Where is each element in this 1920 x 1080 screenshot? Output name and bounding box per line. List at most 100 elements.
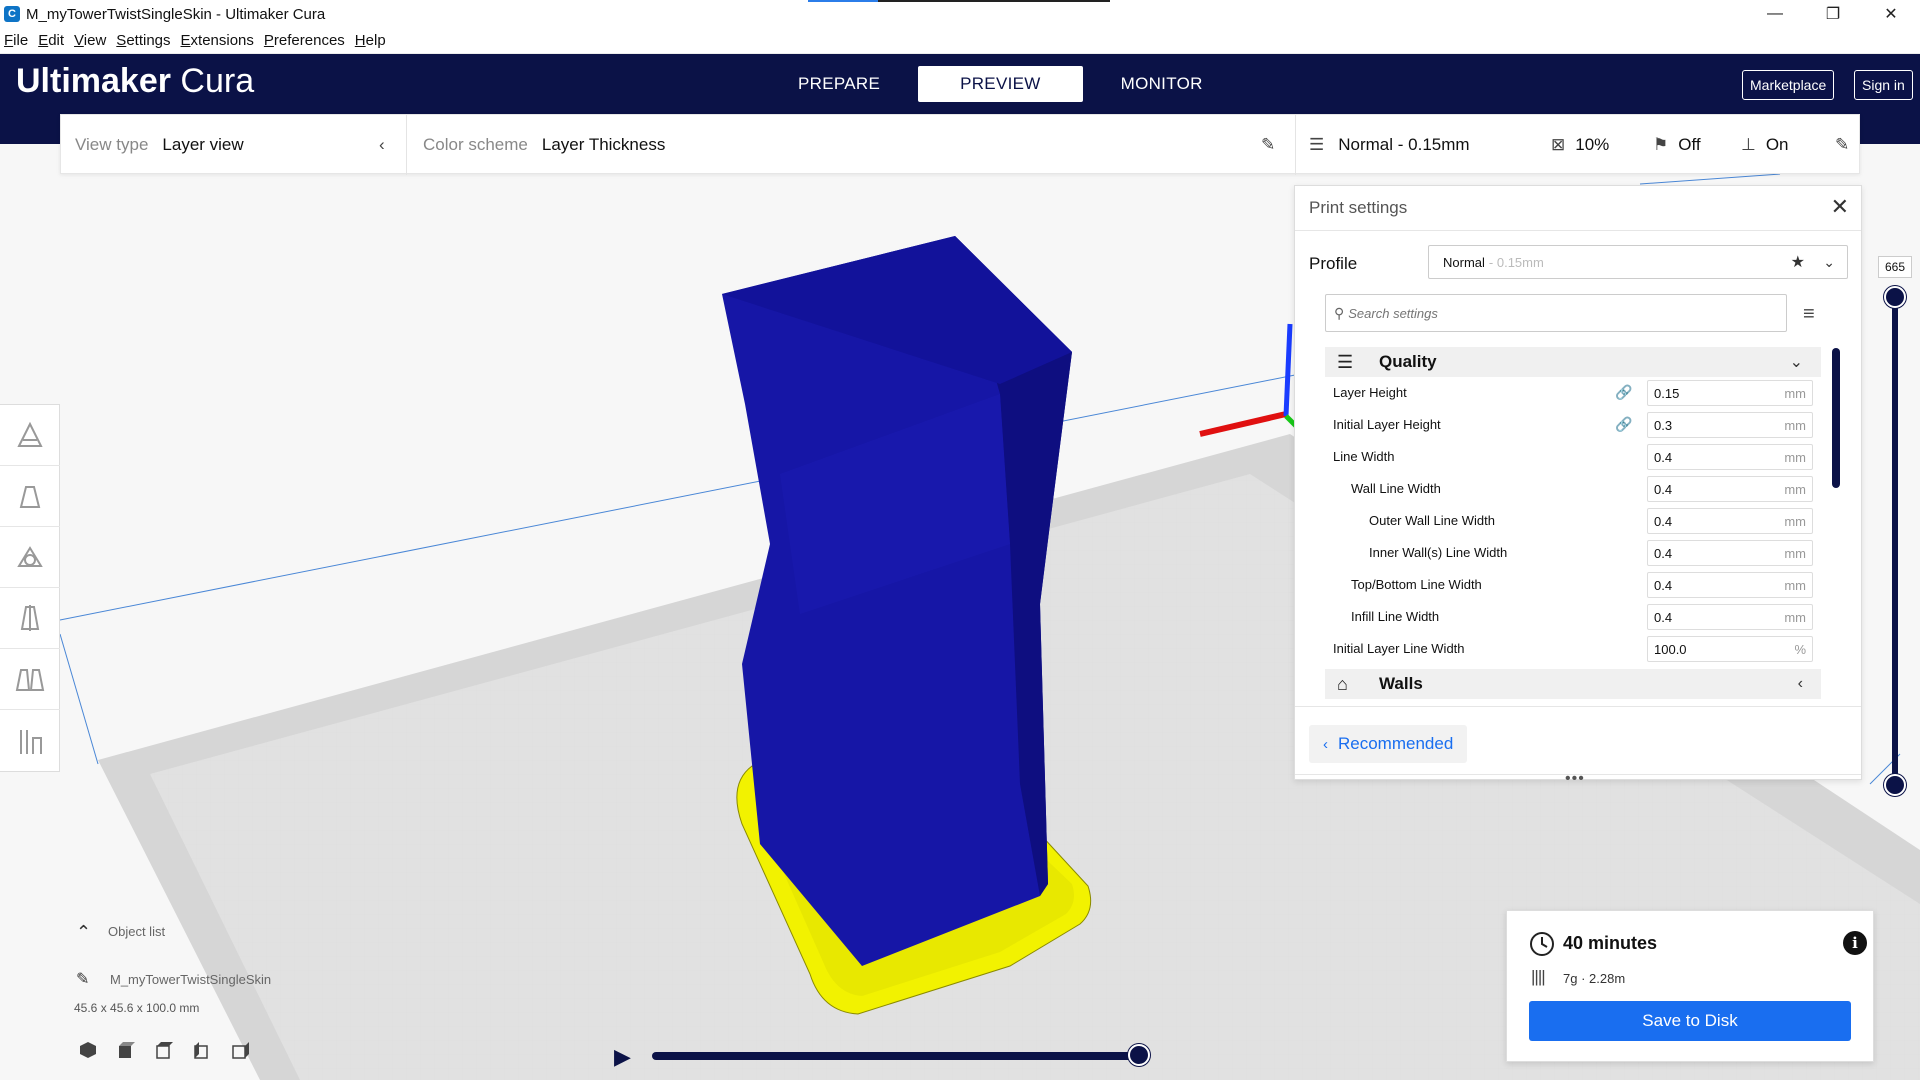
support-value[interactable]: Off xyxy=(1678,135,1700,155)
infill-value[interactable]: 10% xyxy=(1575,135,1609,155)
pencil-icon[interactable]: ✎ xyxy=(1261,135,1275,155)
setting-value: 0.15 xyxy=(1654,385,1680,401)
right-view-icon[interactable] xyxy=(228,1038,252,1062)
chevron-left-icon[interactable]: ‹ xyxy=(379,135,385,155)
search-settings-field[interactable]: ⚲ xyxy=(1325,294,1787,332)
color-scheme-label: Color scheme xyxy=(423,135,528,154)
setting-unit: mm xyxy=(1784,417,1806,433)
simulation-slider-handle[interactable] xyxy=(1128,1044,1150,1066)
profile-label: Profile xyxy=(1309,254,1358,273)
setting-label: Line Width xyxy=(1333,449,1395,464)
setting-unit: mm xyxy=(1784,513,1806,529)
view-type-value[interactable]: Layer view xyxy=(162,135,243,155)
3d-view-icon[interactable] xyxy=(76,1038,100,1062)
setting-row: Layer Height 🔗 0.15 mm xyxy=(1325,377,1821,409)
save-to-disk-button[interactable]: Save to Disk xyxy=(1529,1001,1851,1041)
link-icon[interactable]: 🔗 xyxy=(1615,384,1632,401)
tab-monitor[interactable]: MONITOR xyxy=(1083,66,1241,102)
settings-scrollbar[interactable] xyxy=(1832,348,1840,488)
setting-value: 0.4 xyxy=(1654,513,1673,529)
restore-button[interactable]: ❐ xyxy=(1804,0,1862,28)
menu-view[interactable]: View xyxy=(74,32,106,49)
quality-icon: ☰ xyxy=(1337,351,1354,372)
setting-value: 0.4 xyxy=(1654,609,1673,625)
setting-value-field[interactable]: 0.3 mm xyxy=(1647,412,1813,438)
setting-value-field[interactable]: 0.4 mm xyxy=(1647,444,1813,470)
sign-in-button[interactable]: Sign in xyxy=(1854,70,1913,100)
ultimaker-cura-logo: Ultimaker Cura xyxy=(16,62,255,100)
rotate-tool-button[interactable] xyxy=(0,527,60,588)
play-icon[interactable]: ▶ xyxy=(614,1044,631,1070)
material-estimate: 7g · 2.28m xyxy=(1563,971,1626,986)
menu-preferences[interactable]: Preferences xyxy=(264,32,345,49)
print-settings-panel: Print settings ✕ Profile Normal - 0.15mm… xyxy=(1294,185,1862,787)
search-input[interactable] xyxy=(1348,305,1749,321)
setting-label: Inner Wall(s) Line Width xyxy=(1369,545,1508,560)
chevron-left-icon: ‹ xyxy=(1797,675,1803,692)
layer-slider-bottom-handle[interactable] xyxy=(1884,774,1906,796)
setting-value-field[interactable]: 0.4 mm xyxy=(1647,572,1813,598)
top-view-icon[interactable] xyxy=(152,1038,176,1062)
mirror-tool-button[interactable] xyxy=(0,588,60,649)
recommended-button[interactable]: ‹ Recommended xyxy=(1309,725,1468,763)
front-view-icon[interactable] xyxy=(114,1038,138,1062)
menu-edit[interactable]: Edit xyxy=(38,32,64,49)
adhesion-value[interactable]: On xyxy=(1766,135,1789,155)
info-icon[interactable]: i xyxy=(1843,931,1867,955)
scale-tool-button[interactable] xyxy=(0,466,60,527)
category-quality[interactable]: ☰ Quality ⌄ xyxy=(1325,347,1821,377)
walls-icon: ⌂ xyxy=(1337,673,1348,694)
menu-file[interactable]: File xyxy=(4,32,28,49)
chevron-left-icon: ‹ xyxy=(1323,735,1328,753)
scale-icon xyxy=(19,486,41,508)
resize-handle[interactable]: ••• xyxy=(1565,770,1585,788)
menu-extensions[interactable]: Extensions xyxy=(181,32,254,49)
link-icon[interactable]: 🔗 xyxy=(1615,416,1632,433)
marketplace-button[interactable]: Marketplace xyxy=(1742,70,1835,100)
category-walls[interactable]: ⌂ Walls ‹ xyxy=(1325,669,1821,699)
support-blocker-button[interactable] xyxy=(0,710,60,771)
minimize-button[interactable]: — xyxy=(1746,0,1804,28)
setting-value-field[interactable]: 0.4 mm xyxy=(1647,508,1813,534)
close-icon[interactable]: ✕ xyxy=(1831,194,1849,220)
setting-value-field[interactable]: 0.15 mm xyxy=(1647,380,1813,406)
layer-slider-track[interactable] xyxy=(1892,296,1898,784)
tab-prepare[interactable]: PREPARE xyxy=(760,66,918,102)
setting-value: 0.4 xyxy=(1654,449,1673,465)
menu-bar: File Edit View Settings Extensions Prefe… xyxy=(0,28,1920,54)
setting-value-field[interactable]: 0.4 mm xyxy=(1647,476,1813,502)
setting-value-field[interactable]: 0.4 mm xyxy=(1647,604,1813,630)
layer-slider-top-handle[interactable] xyxy=(1884,286,1906,308)
rotate-icon xyxy=(17,546,43,567)
settings-menu-icon[interactable]: ≡ xyxy=(1803,303,1815,326)
filament-icon: |||| xyxy=(1531,967,1546,986)
close-window-button[interactable]: ✕ xyxy=(1862,0,1920,28)
setting-value-field[interactable]: 0.4 mm xyxy=(1647,540,1813,566)
layer-number-field[interactable]: 665 xyxy=(1878,256,1912,278)
print-output-panel: 40 minutes i |||| 7g · 2.28m Save to Dis… xyxy=(1506,910,1874,1062)
setting-unit: mm xyxy=(1784,545,1806,561)
setting-row: Wall Line Width 0.4 mm xyxy=(1325,473,1821,505)
star-icon[interactable]: ★ xyxy=(1791,252,1805,272)
setting-value: 0.4 xyxy=(1654,481,1673,497)
tab-preview[interactable]: PREVIEW xyxy=(918,66,1083,102)
object-list-title[interactable]: Object list xyxy=(108,924,165,939)
print-profile-summary[interactable]: Normal - 0.15mm xyxy=(1338,135,1469,155)
setting-value: 0.3 xyxy=(1654,417,1673,433)
setting-label: Initial Layer Height xyxy=(1333,417,1441,432)
setting-label: Initial Layer Line Width xyxy=(1333,641,1465,656)
move-tool-button[interactable] xyxy=(0,405,60,466)
per-model-settings-button[interactable] xyxy=(0,649,60,710)
pencil-icon[interactable]: ✎ xyxy=(76,969,89,989)
color-scheme-value[interactable]: Layer Thickness xyxy=(542,135,665,155)
profile-dropdown[interactable]: Normal - 0.15mm ★ ⌄ xyxy=(1428,245,1848,279)
menu-help[interactable]: Help xyxy=(355,32,386,49)
setting-value-field[interactable]: 100.0% xyxy=(1647,636,1813,662)
left-view-icon[interactable] xyxy=(190,1038,214,1062)
edit-settings-icon[interactable]: ✎ xyxy=(1835,135,1849,155)
per-model-settings-icon xyxy=(15,669,45,691)
simulation-slider-track[interactable] xyxy=(652,1052,1141,1060)
menu-settings[interactable]: Settings xyxy=(116,32,170,49)
setting-value: 100.0 xyxy=(1654,641,1687,657)
chevron-up-icon[interactable]: ⌃ xyxy=(76,922,91,943)
